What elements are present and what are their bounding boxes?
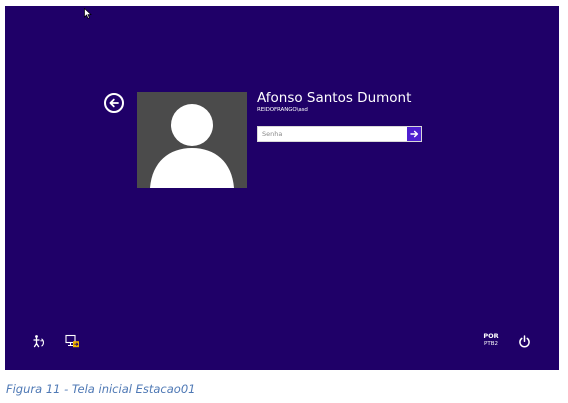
user-avatar [137,92,247,188]
user-account: REIDOFRANGO\asd [257,107,308,113]
switch-user-icon[interactable] [65,334,80,348]
figure-caption: Figura 11 - Tela inicial Estacao01 [6,382,196,396]
user-full-name: Afonso Santos Dumont [257,90,412,106]
password-input[interactable] [258,127,406,141]
back-button[interactable] [104,93,124,113]
back-arrow-icon [109,98,119,108]
password-field-container [257,126,422,142]
submit-button[interactable] [407,127,421,141]
user-silhouette-icon [150,104,234,188]
windows-lock-screen: Afonso Santos Dumont REIDOFRANGO\asd POR… [5,6,559,370]
keyboard-layout: PTB2 [484,340,498,347]
arrow-right-icon [409,130,418,138]
ease-of-access-icon[interactable] [32,334,46,348]
language-indicator[interactable]: POR PTB2 [480,333,502,347]
power-icon[interactable] [518,335,531,348]
mouse-pointer-icon [84,8,92,19]
language-code: POR [483,332,499,340]
